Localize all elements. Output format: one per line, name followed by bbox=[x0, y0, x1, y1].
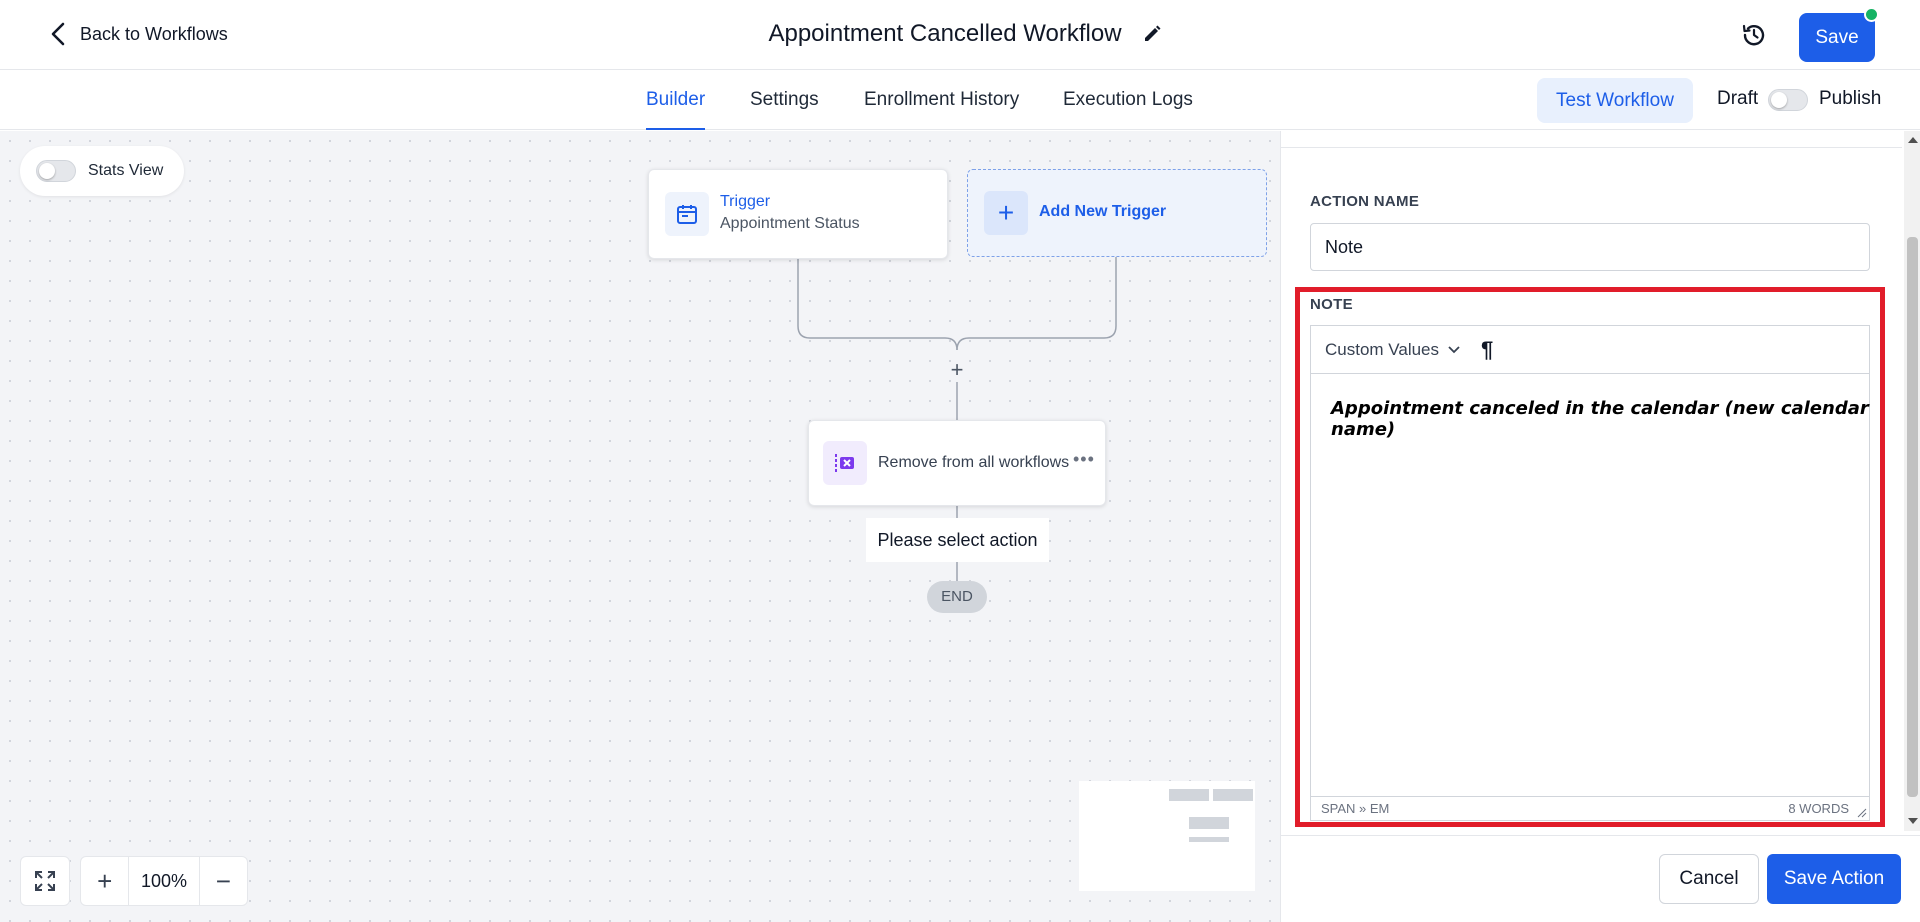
zoom-controls: + 100% − bbox=[80, 856, 248, 906]
tab-enrollment-history[interactable]: Enrollment History bbox=[864, 70, 1019, 130]
minimap-node bbox=[1189, 837, 1229, 842]
scroll-thumb[interactable] bbox=[1907, 237, 1918, 797]
save-action-button[interactable]: Save Action bbox=[1767, 854, 1901, 904]
fit-view-button[interactable] bbox=[20, 856, 70, 906]
more-options-icon[interactable]: ••• bbox=[1073, 449, 1095, 470]
action-name-input[interactable] bbox=[1310, 223, 1870, 271]
action-name-label: ACTION NAME bbox=[1310, 193, 1420, 210]
tabs-bar: Builder Settings Enrollment History Exec… bbox=[0, 70, 1920, 130]
cancel-button[interactable]: Cancel bbox=[1659, 854, 1759, 904]
add-step-plus-icon[interactable]: + bbox=[947, 359, 967, 381]
workflow-title-wrap: Appointment Cancelled Workflow bbox=[0, 20, 1920, 48]
scroll-up-icon[interactable] bbox=[1908, 137, 1918, 143]
action-settings-panel: ACTION NAME NOTE Custom Values ¶ Appoint… bbox=[1280, 131, 1920, 922]
minimap-node bbox=[1169, 789, 1209, 801]
workflow-title: Appointment Cancelled Workflow bbox=[768, 20, 1122, 47]
zoom-out-button[interactable]: − bbox=[200, 857, 247, 905]
panel-scrollbar[interactable] bbox=[1904, 131, 1920, 831]
minimap-node bbox=[1213, 789, 1253, 801]
end-node: END bbox=[927, 581, 987, 613]
chevron-left-icon bbox=[51, 22, 65, 46]
toggle-knob bbox=[1771, 92, 1787, 108]
status-dot bbox=[1864, 7, 1879, 22]
minimap[interactable] bbox=[1079, 781, 1255, 891]
tab-execution-logs[interactable]: Execution Logs bbox=[1063, 70, 1193, 130]
trigger-subtitle: Appointment Status bbox=[720, 215, 860, 232]
tab-settings[interactable]: Settings bbox=[750, 70, 819, 130]
divider bbox=[1281, 147, 1902, 148]
back-to-workflows-link[interactable]: Back to Workflows bbox=[50, 22, 228, 46]
tab-builder[interactable]: Builder bbox=[646, 70, 706, 130]
zoom-in-button[interactable]: + bbox=[81, 857, 128, 905]
workflow-canvas[interactable]: Stats View Trigger Appointment Status + … bbox=[0, 131, 1280, 922]
top-header: Back to Workflows Appointment Cancelled … bbox=[0, 0, 1920, 70]
save-button[interactable]: Save bbox=[1799, 13, 1875, 62]
publish-label: Publish bbox=[1819, 88, 1882, 109]
trigger-title: Trigger bbox=[720, 193, 771, 210]
action-node[interactable]: Remove from all workflows ••• bbox=[808, 420, 1106, 506]
history-icon[interactable] bbox=[1741, 22, 1767, 48]
divider bbox=[1281, 835, 1920, 836]
draft-label: Draft bbox=[1717, 88, 1759, 109]
test-workflow-button[interactable]: Test Workflow bbox=[1537, 78, 1693, 123]
expand-icon bbox=[35, 871, 55, 891]
minimap-node bbox=[1189, 817, 1229, 829]
add-new-trigger-button[interactable]: + Add New Trigger bbox=[967, 169, 1267, 257]
action-node-label: Remove from all workflows bbox=[878, 454, 1070, 471]
add-trigger-label: Add New Trigger bbox=[1039, 203, 1167, 220]
trigger-node[interactable]: Trigger Appointment Status bbox=[648, 169, 948, 259]
plus-icon: + bbox=[984, 191, 1028, 235]
back-label: Back to Workflows bbox=[80, 23, 228, 44]
pencil-icon[interactable] bbox=[1142, 24, 1162, 44]
remove-workflow-icon bbox=[823, 441, 867, 485]
highlight-box bbox=[1295, 287, 1885, 827]
publish-toggle[interactable] bbox=[1768, 89, 1808, 111]
please-select-action[interactable]: Please select action bbox=[866, 518, 1049, 562]
scroll-down-icon[interactable] bbox=[1908, 818, 1918, 824]
calendar-icon bbox=[665, 192, 709, 236]
zoom-level: 100% bbox=[128, 857, 200, 905]
